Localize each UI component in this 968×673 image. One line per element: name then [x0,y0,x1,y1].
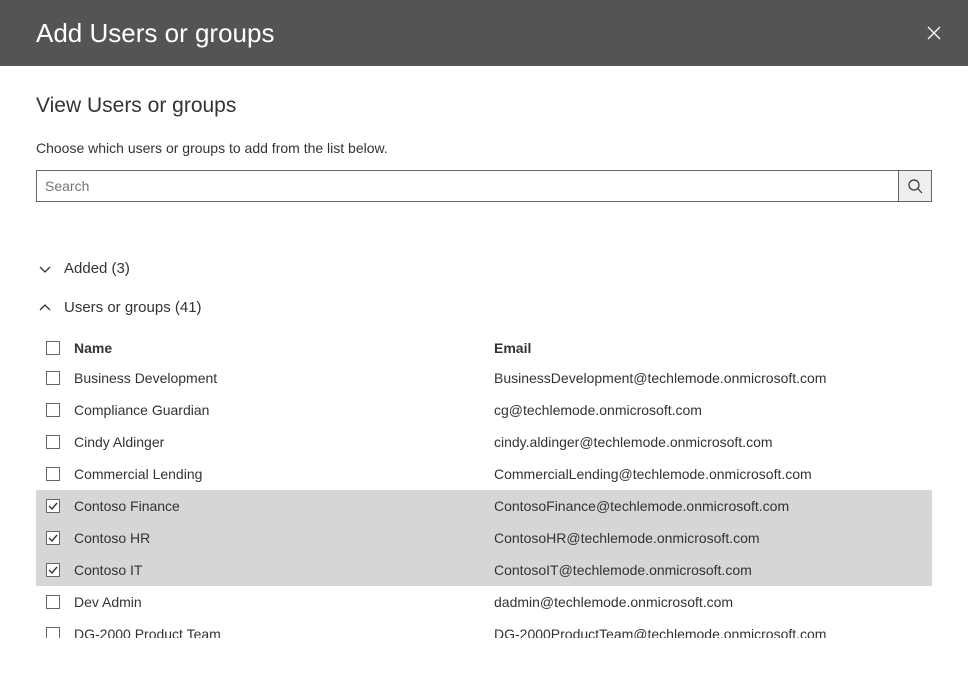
row-checkbox[interactable] [46,499,60,513]
added-section-label: Added (3) [64,260,130,277]
row-checkbox[interactable] [46,467,60,481]
row-name: Cindy Aldinger [74,434,494,450]
row-email: CommercialLending@techlemode.onmicrosoft… [494,466,932,482]
row-checkbox[interactable] [46,531,60,545]
chevron-up-icon [38,301,52,315]
table-row[interactable]: Contoso HRContosoHR@techlemode.onmicroso… [36,522,932,554]
row-name: Compliance Guardian [74,402,494,418]
row-email: dadmin@techlemode.onmicrosoft.com [494,594,932,610]
close-button[interactable] [918,17,950,49]
search-input[interactable] [36,170,898,202]
search-button[interactable] [898,170,932,202]
row-name: Commercial Lending [74,466,494,482]
row-email: ContosoFinance@techlemode.onmicrosoft.co… [494,498,932,514]
table-row[interactable]: DG-2000 Product TeamDG-2000ProductTeam@t… [36,618,932,638]
column-header-email: Email [494,340,932,356]
row-checkbox[interactable] [46,371,60,385]
row-name: Contoso HR [74,530,494,546]
search-icon [907,178,923,194]
row-email: cg@techlemode.onmicrosoft.com [494,402,932,418]
row-email: cindy.aldinger@techlemode.onmicrosoft.co… [494,434,932,450]
row-checkbox[interactable] [46,627,60,638]
page-description: Choose which users or groups to add from… [36,140,932,156]
row-email: ContosoIT@techlemode.onmicrosoft.com [494,562,932,578]
row-checkbox[interactable] [46,435,60,449]
table-row[interactable]: Compliance Guardiancg@techlemode.onmicro… [36,394,932,426]
row-email: BusinessDevelopment@techlemode.onmicroso… [494,370,932,386]
row-email: DG-2000ProductTeam@techlemode.onmicrosof… [494,626,932,638]
added-section-toggle[interactable]: Added (3) [36,260,932,277]
select-all-checkbox[interactable] [46,341,60,355]
page-subheading: View Users or groups [36,94,932,118]
dialog-title: Add Users or groups [36,18,274,49]
row-name: Contoso IT [74,562,494,578]
row-checkbox[interactable] [46,563,60,577]
row-name: Business Development [74,370,494,386]
table-row[interactable]: Contoso ITContosoIT@techlemode.onmicroso… [36,554,932,586]
chevron-down-icon [38,262,52,276]
table-row[interactable]: Commercial LendingCommercialLending@tech… [36,458,932,490]
row-email: ContosoHR@techlemode.onmicrosoft.com [494,530,932,546]
list-section-toggle[interactable]: Users or groups (41) [36,299,932,316]
table-header: Name Email [36,334,932,362]
table-row[interactable]: Dev Admindadmin@techlemode.onmicrosoft.c… [36,586,932,618]
row-checkbox[interactable] [46,595,60,609]
table-row[interactable]: Business DevelopmentBusinessDevelopment@… [36,362,932,394]
column-header-name: Name [74,340,494,356]
table-row[interactable]: Cindy Aldingercindy.aldinger@techlemode.… [36,426,932,458]
table-body[interactable]: Business DevelopmentBusinessDevelopment@… [36,362,932,638]
row-name: DG-2000 Product Team [74,626,494,638]
list-section-label: Users or groups (41) [64,299,202,316]
row-name: Dev Admin [74,594,494,610]
row-checkbox[interactable] [46,403,60,417]
row-name: Contoso Finance [74,498,494,514]
close-icon [926,25,942,41]
table-row[interactable]: Contoso FinanceContosoFinance@techlemode… [36,490,932,522]
